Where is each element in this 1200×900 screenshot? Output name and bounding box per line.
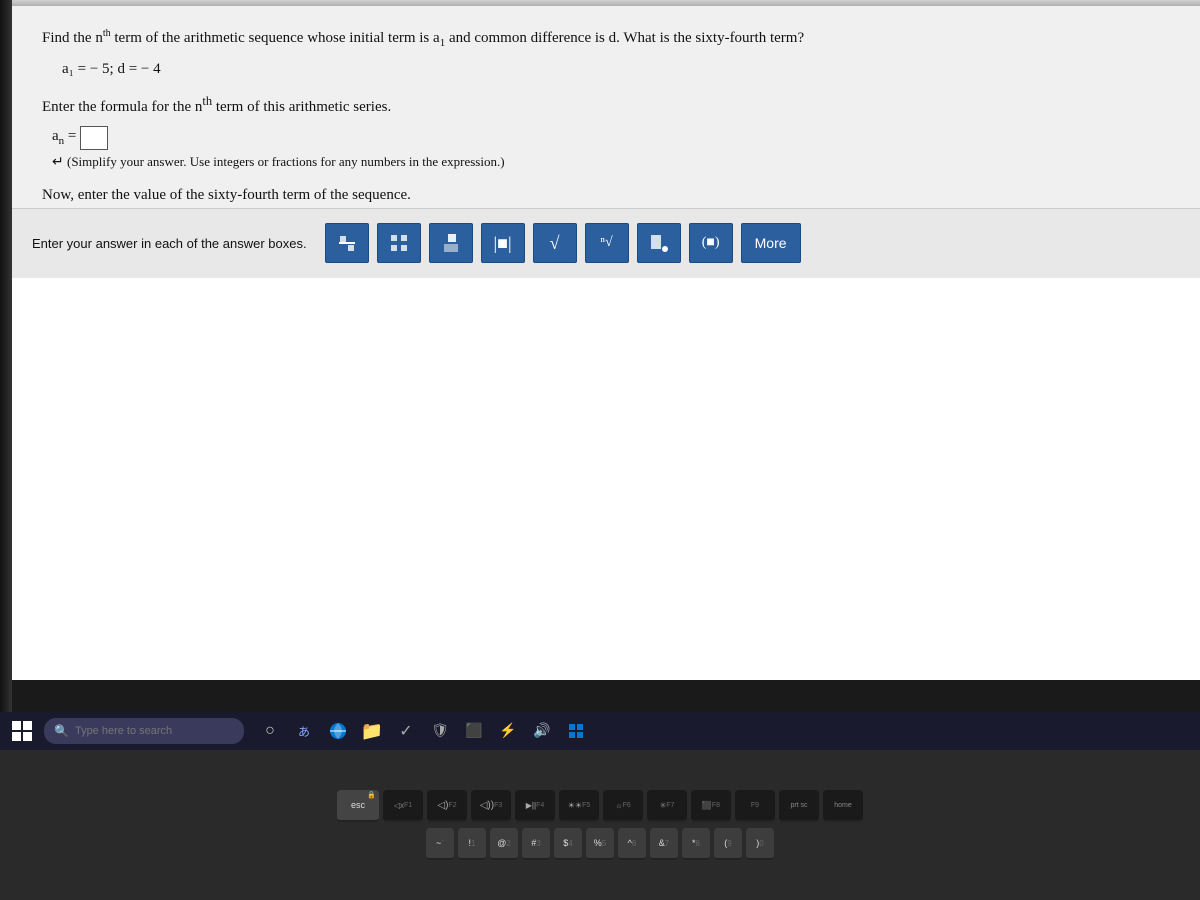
taskbar-icons: ○ あ 📁 ✓ 🛡 ⬛ ⚡ 🔊 <box>256 717 590 745</box>
key-f9[interactable]: F9 <box>735 790 775 822</box>
key-f4[interactable]: ▶|| F4 <box>515 790 555 822</box>
key-f8[interactable]: ⬛ F8 <box>691 790 731 822</box>
nth-superscript: th <box>103 28 111 39</box>
key-f2[interactable]: ◁) F2 <box>427 790 467 822</box>
keyboard-fn-row: esc 🔒 ◁x F1 ◁) F2 ◁)) F3 ▶|| F4 ☀☀ F5 ☼ … <box>337 790 863 822</box>
taskbar-icon-input[interactable]: あ <box>290 717 318 745</box>
toolbar-label: Enter your answer in each of the answer … <box>32 236 307 251</box>
cursor-arrow-1: ↵ <box>52 154 64 171</box>
math-btn-fraction[interactable] <box>325 223 369 263</box>
sub-question-2: Now, enter the value of the sixty-fourth… <box>42 187 1170 204</box>
key-7[interactable]: & 7 <box>650 828 678 860</box>
key-8[interactable]: * 8 <box>682 828 710 860</box>
an-label: an = <box>52 128 76 147</box>
key-9[interactable]: ( 9 <box>714 828 742 860</box>
taskbar-icon-shield[interactable]: 🛡 <box>426 717 454 745</box>
key-prtsc[interactable]: prt sc <box>779 790 819 822</box>
key-esc[interactable]: esc 🔒 <box>337 790 379 822</box>
key-tilde[interactable]: ~ ` <box>426 828 454 860</box>
taskbar-icon-box[interactable]: ⬛ <box>460 717 488 745</box>
screen-wrapper: Find the nth term of the arithmetic sequ… <box>12 0 1200 680</box>
math-toolbar: Enter your answer in each of the answer … <box>12 208 1200 278</box>
taskbar-icon-browser[interactable] <box>324 717 352 745</box>
key-f1[interactable]: ◁x F1 <box>383 790 423 822</box>
taskbar-icon-speaker[interactable]: 🔊 <box>528 717 556 745</box>
key-f7[interactable]: ✳ F7 <box>647 790 687 822</box>
key-home[interactable]: home <box>823 790 863 822</box>
more-button[interactable]: More <box>741 223 801 263</box>
taskbar-search[interactable]: 🔍 <box>44 718 244 744</box>
taskbar-icon-1[interactable]: ○ <box>256 717 284 745</box>
sub-question-1: Enter the formula for the nth term of th… <box>42 94 1170 116</box>
main-content: Find the nth term of the arithmetic sequ… <box>12 6 1200 278</box>
key-3[interactable]: # 3 <box>522 828 550 860</box>
taskbar-icon-check[interactable]: ✓ <box>392 717 420 745</box>
key-0[interactable]: ) 0 <box>746 828 774 860</box>
nth-sup2: th <box>202 94 212 108</box>
taskbar-icon-folder[interactable]: 📁 <box>358 717 386 745</box>
key-f6[interactable]: ☼ F6 <box>603 790 643 822</box>
math-btn-nth-root[interactable]: ⁿ√ <box>585 223 629 263</box>
math-btn-superscript[interactable] <box>429 223 473 263</box>
taskbar: 🔍 ○ あ 📁 ✓ 🛡 ⬛ ⚡ 🔊 <box>0 712 1200 750</box>
windows-icon <box>12 721 32 741</box>
math-btn-matrix[interactable] <box>377 223 421 263</box>
key-f5[interactable]: ☀☀ F5 <box>559 790 599 822</box>
formula-line: an = <box>52 126 1170 150</box>
key-4[interactable]: $ 4 <box>554 828 582 860</box>
key-5[interactable]: % 5 <box>586 828 614 860</box>
search-icon: 🔍 <box>54 724 69 739</box>
taskbar-icon-usb[interactable]: ⚡ <box>494 717 522 745</box>
start-button[interactable] <box>8 717 36 745</box>
key-2[interactable]: @ 2 <box>490 828 518 860</box>
given-text: a₁ = − 5; d = − 4 <box>62 61 161 77</box>
question-text-main: term of the arithmetic sequence whose in… <box>114 30 804 46</box>
math-btn-abs[interactable]: |■| <box>481 223 525 263</box>
an-answer-box[interactable] <box>80 126 108 150</box>
math-btn-decimal[interactable] <box>637 223 681 263</box>
keyboard: esc 🔒 ◁x F1 ◁) F2 ◁)) F3 ▶|| F4 ☀☀ F5 ☼ … <box>0 750 1200 900</box>
key-f3[interactable]: ◁)) F3 <box>471 790 511 822</box>
key-1[interactable]: ! 1 <box>458 828 486 860</box>
key-6[interactable]: ^ 6 <box>618 828 646 860</box>
simplify-note-1: ↵ (Simplify your answer. Use integers or… <box>52 154 1170 171</box>
math-btn-parens[interactable]: (■) <box>689 223 733 263</box>
math-btn-sqrt[interactable]: √ <box>533 223 577 263</box>
keyboard-number-row: ~ ` ! 1 @ 2 # 3 $ 4 % 5 ^ 6 & 7 <box>426 828 774 860</box>
search-input[interactable] <box>75 725 225 737</box>
given-values: a₁ = − 5; d = − 4 <box>62 61 1170 78</box>
question-line1: Find the nth term of the arithmetic sequ… <box>42 26 1170 53</box>
taskbar-icon-grid[interactable] <box>562 717 590 745</box>
